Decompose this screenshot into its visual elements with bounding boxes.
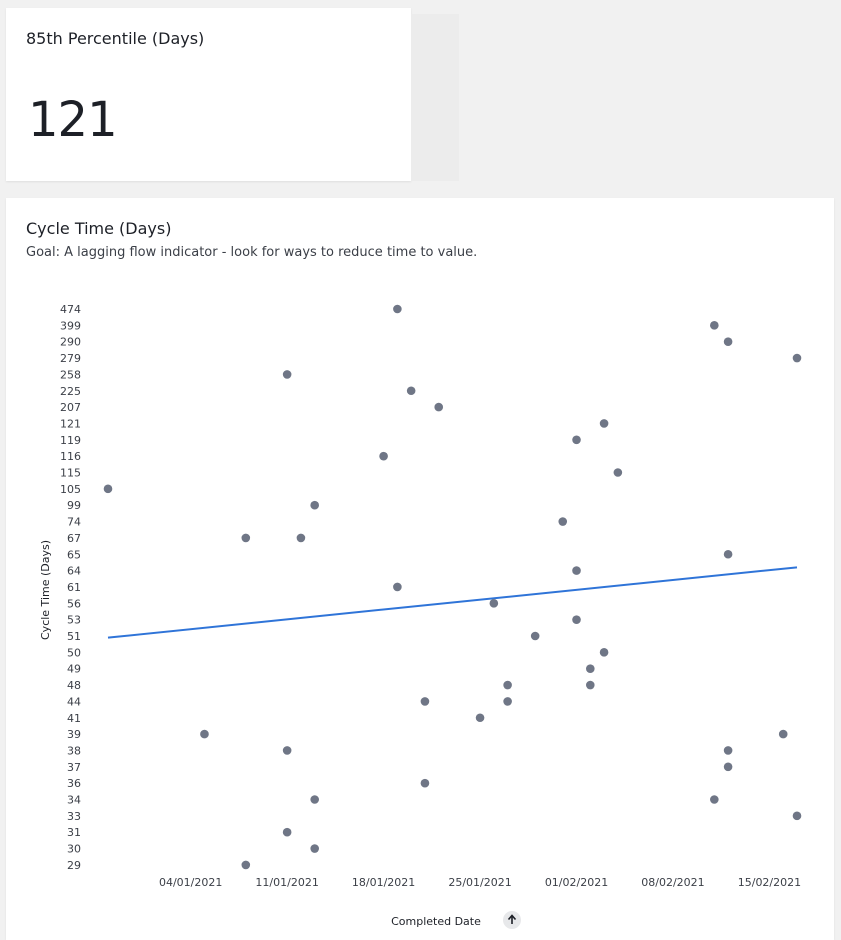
kpi-value: 121 [28, 92, 118, 148]
data-point[interactable] [792, 353, 802, 363]
y-tick-label: 44 [67, 695, 81, 708]
y-tick-label: 207 [60, 401, 81, 414]
data-point[interactable] [489, 599, 499, 608]
y-tick-label: 279 [60, 352, 81, 365]
cycle-time-card: Cycle Time (Days) Goal: A lagging flow i… [6, 198, 834, 940]
trendline-layer [107, 566, 798, 639]
data-point[interactable] [379, 451, 388, 461]
y-tick-label: 49 [67, 663, 81, 676]
data-point[interactable] [792, 811, 802, 821]
data-point[interactable] [778, 729, 788, 739]
y-tick-label: 64 [67, 565, 81, 578]
y-tick-label: 41 [67, 712, 81, 725]
kpi-card: 85th Percentile (Days) 121 [6, 8, 411, 181]
y-tick-label: 116 [60, 450, 81, 463]
data-point[interactable] [200, 729, 209, 739]
data-point[interactable] [420, 697, 430, 706]
data-point[interactable] [393, 582, 402, 592]
data-point[interactable] [282, 746, 292, 755]
y-tick-label: 74 [67, 516, 81, 529]
data-point[interactable] [723, 549, 733, 559]
data-point[interactable] [586, 664, 595, 673]
x-tick-label: 01/02/2021 [545, 876, 608, 889]
y-tick-label: 53 [67, 614, 81, 627]
y-tick-label: 399 [60, 319, 81, 332]
data-point[interactable] [599, 419, 609, 428]
x-axis-title: Completed Date [391, 915, 481, 928]
y-tick-label: 258 [60, 368, 81, 381]
y-tick-label: 39 [67, 728, 81, 741]
sort-button[interactable] [503, 911, 521, 929]
kpi-title: 85th Percentile (Days) [26, 29, 205, 48]
y-tick-label: 121 [60, 417, 81, 430]
y-tick-label: 115 [60, 467, 81, 480]
x-tick-label: 25/01/2021 [448, 876, 511, 889]
x-tick-label: 18/01/2021 [352, 876, 415, 889]
data-point[interactable] [103, 484, 113, 494]
data-point[interactable] [296, 533, 306, 543]
y-tick-label: 105 [60, 483, 81, 496]
data-point[interactable] [241, 533, 251, 543]
y-tick-label: 36 [67, 777, 81, 790]
data-point[interactable] [282, 370, 292, 379]
data-point[interactable] [420, 778, 430, 788]
y-tick-label: 33 [67, 810, 81, 823]
data-point[interactable] [282, 827, 292, 837]
placeholder-card [411, 14, 459, 181]
x-axis-ticks: 04/01/2021 11/01/2021 18/01/2021 25/01/2021… [159, 876, 801, 889]
data-point[interactable] [572, 615, 581, 624]
y-tick-label: 225 [60, 385, 81, 398]
data-point[interactable] [434, 402, 444, 412]
x-tick-label: 15/02/2021 [738, 876, 801, 889]
y-axis-ticks: 29 30 31 33 34 36 37 38 39 41 44 48 49 50 51 53 56 61 64 65… [60, 303, 81, 872]
data-point[interactable] [613, 468, 623, 477]
y-tick-label: 37 [67, 761, 81, 774]
y-tick-label: 290 [60, 336, 81, 349]
data-point[interactable] [406, 386, 416, 396]
data-point[interactable] [710, 321, 719, 330]
y-tick-label: 56 [67, 597, 81, 610]
data-point[interactable] [558, 517, 568, 526]
scatter-plot: 29 30 31 33 34 36 37 38 39 41 44 48 49 50 51 53 56 61 64 65… [39, 303, 802, 929]
y-axis-title: Cycle Time (Days) [39, 540, 52, 640]
data-point[interactable] [599, 648, 609, 657]
trendline [107, 566, 798, 639]
points-layer [103, 304, 802, 870]
data-point[interactable] [310, 844, 320, 853]
data-point[interactable] [586, 680, 595, 690]
y-tick-label: 29 [67, 859, 81, 872]
y-tick-label: 99 [67, 499, 81, 512]
data-point[interactable] [710, 795, 719, 804]
data-point[interactable] [241, 860, 251, 870]
data-point[interactable] [503, 680, 512, 690]
data-point[interactable] [475, 713, 485, 723]
y-tick-label: 51 [67, 630, 81, 643]
data-point[interactable] [572, 435, 581, 445]
y-tick-label: 48 [67, 679, 81, 692]
y-tick-label: 119 [60, 434, 81, 447]
y-tick-label: 67 [67, 532, 81, 545]
y-tick-label: 50 [67, 646, 81, 659]
data-point[interactable] [572, 566, 581, 575]
data-point[interactable] [310, 500, 320, 510]
data-point[interactable] [530, 631, 540, 641]
y-tick-label: 34 [67, 794, 81, 807]
data-point[interactable] [393, 304, 402, 314]
y-tick-label: 61 [67, 581, 81, 594]
y-tick-label: 30 [67, 843, 81, 856]
x-tick-label: 08/02/2021 [641, 876, 704, 889]
data-point[interactable] [723, 762, 733, 772]
y-tick-label: 474 [60, 303, 81, 316]
x-tick-label: 04/01/2021 [159, 876, 222, 889]
y-tick-label: 65 [67, 548, 81, 561]
x-tick-label: 11/01/2021 [255, 876, 318, 889]
data-point[interactable] [723, 746, 733, 755]
data-point[interactable] [723, 337, 733, 346]
y-tick-label: 38 [67, 744, 81, 757]
data-point[interactable] [310, 795, 320, 804]
y-tick-label: 31 [67, 826, 81, 839]
data-point[interactable] [503, 697, 512, 706]
